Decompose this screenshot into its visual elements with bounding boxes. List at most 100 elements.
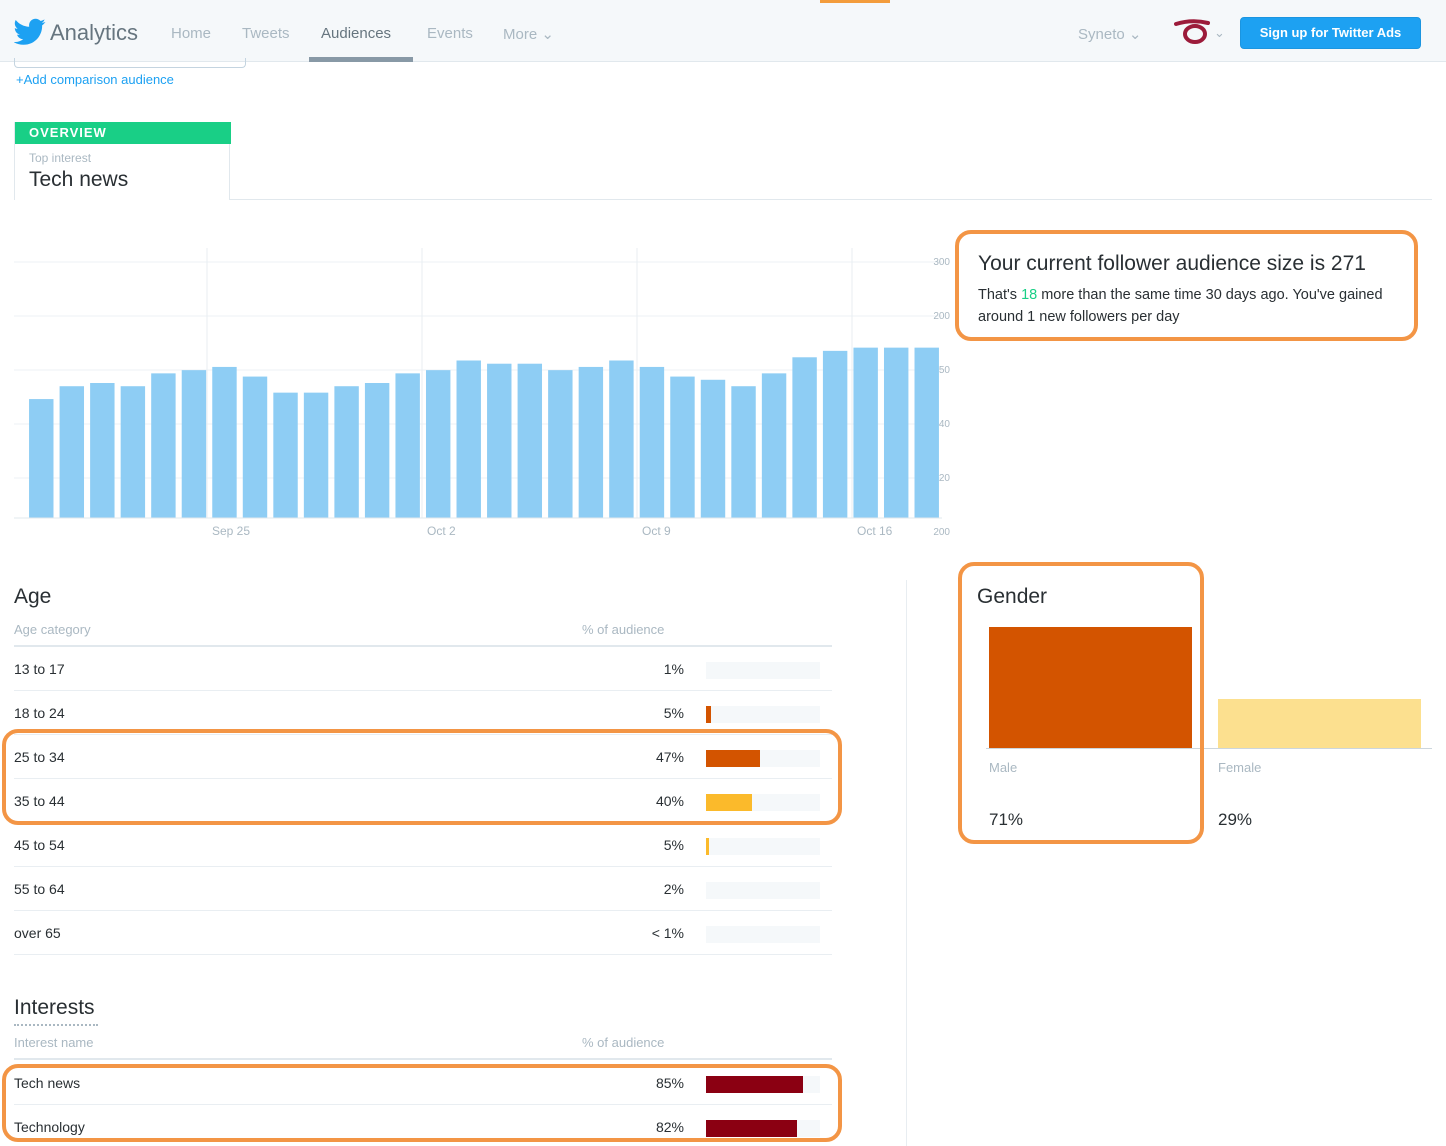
age-bar-fill: [706, 706, 711, 723]
growth-text-start: That's: [978, 287, 1022, 303]
female-bar: [1218, 698, 1421, 748]
chart-x-tick: Sep 25: [212, 524, 250, 538]
audience-selector[interactable]: [14, 58, 246, 68]
chevron-down-icon[interactable]: ⌄: [1214, 25, 1225, 41]
chart-bar[interactable]: [822, 350, 848, 518]
chart-bar[interactable]: [883, 347, 909, 518]
age-row-label: over 65: [14, 925, 61, 941]
age-row-label: 13 to 17: [14, 661, 65, 677]
age-bar-track: [706, 882, 820, 899]
highlight-interest-rows: [2, 1064, 842, 1142]
growth-text-end: more than the same time 30 days ago. You…: [978, 287, 1383, 325]
age-row: 45 to 54 5%: [14, 823, 832, 867]
chart-x-tick: Oct 2: [427, 524, 456, 538]
nav-tweets[interactable]: Tweets: [242, 25, 290, 42]
chart-y-tick: 40: [939, 419, 951, 430]
age-row: 13 to 17 1%: [14, 647, 832, 691]
interests-section-title: Interests: [14, 996, 95, 1019]
age-bar-track: [706, 706, 820, 723]
chart-y-tick: 200: [933, 527, 950, 538]
chart-bar[interactable]: [151, 373, 176, 518]
chart-bar[interactable]: [334, 386, 359, 518]
chart-bar[interactable]: [517, 363, 543, 518]
active-tab-indicator: [309, 57, 413, 62]
chart-bar[interactable]: [761, 373, 787, 518]
nav-audiences[interactable]: Audiences: [321, 25, 391, 42]
age-percent-header: % of audience: [582, 622, 665, 637]
age-row-percent: 2%: [663, 881, 684, 897]
interest-percent-header: % of audience: [582, 1035, 665, 1050]
chart-bar[interactable]: [90, 383, 115, 518]
audience-growth-text: That's 18 more than the same time 30 day…: [978, 284, 1410, 328]
chart-bar[interactable]: [212, 366, 237, 518]
age-row-percent: 1%: [663, 661, 684, 677]
age-category-header: Age category: [14, 622, 91, 637]
growth-delta: 18: [1021, 287, 1038, 303]
nav-more-dropdown[interactable]: More ⌄: [503, 25, 554, 43]
sign-up-ads-button[interactable]: Sign up for Twitter Ads: [1240, 17, 1421, 49]
chart-bar[interactable]: [29, 399, 54, 518]
tab-divider: [230, 199, 1432, 200]
chart-bar[interactable]: [487, 363, 512, 518]
overview-tab[interactable]: OVERVIEW Top interest Tech news: [14, 122, 231, 200]
chart-bar[interactable]: [242, 376, 268, 518]
chart-bar[interactable]: [578, 366, 604, 518]
age-row-label: 45 to 54: [14, 837, 65, 853]
chart-bar[interactable]: [792, 357, 817, 518]
top-interest-value: Tech news: [29, 168, 129, 191]
chart-bar[interactable]: [364, 383, 390, 518]
chart-bar[interactable]: [181, 370, 207, 518]
top-accent-mark: [820, 0, 890, 3]
highlight-gender-male: [958, 562, 1204, 844]
age-row-percent: 5%: [663, 705, 684, 721]
analytics-brand[interactable]: Analytics: [50, 20, 138, 46]
age-bar-track: [706, 926, 820, 943]
age-bar-fill: [706, 838, 710, 855]
overview-tab-label: OVERVIEW: [15, 122, 231, 144]
audience-size-title: Your current follower audience size is 2…: [978, 252, 1366, 275]
twitter-bird-icon[interactable]: [14, 18, 46, 46]
chart-bar[interactable]: [59, 386, 85, 518]
chart-bar[interactable]: [731, 386, 756, 518]
chart-y-tick: 50: [939, 365, 951, 376]
age-row-label: 18 to 24: [14, 705, 65, 721]
chart-y-tick: 20: [939, 473, 951, 484]
age-row-label: 55 to 64: [14, 881, 65, 897]
account-dropdown[interactable]: Syneto ⌄: [1078, 25, 1141, 43]
chart-bar[interactable]: [914, 347, 939, 518]
female-percent: 29%: [1218, 810, 1253, 829]
chart-y-tick: 200: [933, 311, 950, 322]
chart-x-tick: Oct 9: [642, 524, 671, 538]
chart-bar[interactable]: [456, 360, 481, 519]
chart-bar[interactable]: [639, 366, 665, 518]
age-bar-track: [706, 838, 820, 855]
age-row: over 65 < 1%: [14, 911, 832, 955]
nav-events[interactable]: Events: [427, 25, 473, 42]
interest-name-header: Interest name: [14, 1035, 94, 1050]
female-label: Female: [1218, 760, 1262, 775]
age-row-percent: < 1%: [651, 925, 684, 941]
chart-x-tick: Oct 16: [857, 524, 893, 538]
interests-header-rule: [14, 1058, 832, 1060]
account-logo-icon[interactable]: [1174, 18, 1212, 46]
age-row-percent: 5%: [663, 837, 684, 853]
top-interest-label: Top interest: [29, 151, 92, 165]
age-row: 55 to 64 2%: [14, 867, 832, 911]
add-comparison-link[interactable]: +Add comparison audience: [16, 72, 174, 87]
interests-title-underline: [14, 1024, 98, 1026]
chart-bar[interactable]: [670, 376, 695, 518]
column-divider: [906, 580, 907, 1146]
chart-bar[interactable]: [548, 370, 573, 518]
follower-growth-chart: Sep 25 Oct 2 Oct 9 Oct 16 300 200 50 40 20 200: [14, 248, 951, 538]
chart-bar[interactable]: [303, 392, 329, 518]
chart-bar[interactable]: [700, 379, 726, 518]
chart-bar[interactable]: [395, 373, 420, 518]
chart-bar[interactable]: [609, 360, 634, 519]
chart-bar[interactable]: [853, 347, 878, 518]
chart-bar[interactable]: [425, 370, 451, 518]
chart-y-tick: 300: [933, 257, 950, 268]
highlight-age-rows: [2, 729, 842, 825]
chart-bar[interactable]: [120, 386, 146, 518]
chart-bar[interactable]: [273, 392, 298, 518]
nav-home[interactable]: Home: [171, 25, 211, 42]
